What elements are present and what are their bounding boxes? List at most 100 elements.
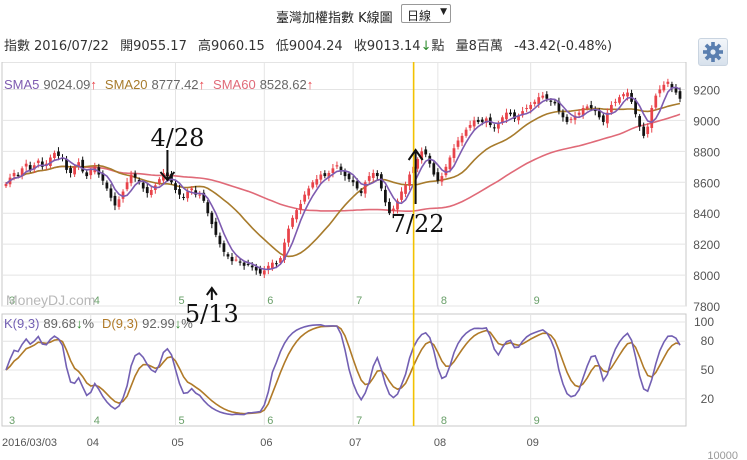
candle-body: [198, 194, 202, 196]
candle-body: [36, 160, 40, 163]
candle-body: [214, 221, 218, 235]
candle-body: [210, 212, 214, 225]
candle-body: [565, 116, 569, 122]
kd-legend-unit: %: [82, 316, 94, 331]
quote-close-unit: 點: [431, 39, 445, 54]
candle-body: [149, 190, 153, 195]
price-grid: 920090008800860084008200800078003 4 5 6 7 8 9: [1, 62, 720, 314]
candle-body: [323, 173, 327, 177]
candle-body: [533, 101, 537, 105]
candle-body: [424, 149, 428, 155]
candle-body: [569, 118, 573, 120]
legend-name: SMA20: [105, 77, 148, 92]
candle-body: [618, 97, 621, 103]
candle-body: [178, 189, 181, 195]
quote-label: 指數: [4, 39, 31, 54]
month-label: 4: [94, 415, 100, 427]
candle-body: [432, 163, 436, 175]
candle-body: [250, 265, 254, 268]
candle-body: [367, 176, 371, 181]
quote-bar: 指數 2016/07/22 開9055.17 高9060.15 低9004.24 …: [4, 35, 619, 54]
candle-body: [400, 191, 403, 200]
date-axis-label: 09: [527, 437, 539, 449]
price-tick-label: 9000: [693, 114, 720, 128]
candle-body: [206, 202, 210, 214]
candle-body: [468, 125, 472, 128]
date-axis-label: 05: [172, 437, 184, 449]
chevron-down-icon: ▼: [440, 7, 447, 17]
candle-body: [460, 135, 464, 143]
title-bar: 臺灣加權指數 K線圖 日線 ▼: [0, 0, 747, 30]
kd-tick-label: 20: [701, 392, 715, 406]
candle-body: [654, 95, 658, 108]
date-axis-label: 07: [349, 437, 361, 449]
candle-body: [291, 217, 294, 227]
annotations: 4/28 5/13 7/22: [150, 124, 444, 328]
candle-body: [16, 174, 20, 177]
candle-body: [53, 152, 56, 158]
quote-change: -43.42(-0.48%): [514, 39, 613, 54]
candle-body: [371, 172, 375, 178]
legend-name: SMA5: [4, 77, 39, 92]
month-label: 9: [534, 415, 540, 427]
sma20-line: [5, 102, 681, 258]
candle-body: [270, 262, 274, 269]
legend-value: 8528.62: [260, 77, 307, 92]
price-tick-label: 7800: [693, 300, 720, 314]
candle-body: [287, 228, 290, 243]
price-panel-frame: [1, 62, 687, 307]
candle-body: [638, 116, 642, 127]
candle-body: [404, 185, 407, 194]
sma60-line-group: [5, 113, 681, 212]
candle-body: [549, 100, 553, 102]
candle-body: [109, 188, 113, 198]
candle-body: [226, 254, 230, 257]
candle-body: [89, 169, 93, 176]
kd-tick-label: 80: [701, 334, 715, 348]
candle-body: [597, 111, 601, 118]
candle-body: [379, 174, 383, 189]
chart-area: 920090008800860084008200800078003 4 5 6 7 8 9 …: [1, 62, 738, 460]
month-label: 8: [441, 415, 447, 427]
candle-body: [12, 172, 16, 177]
candle-body: [492, 127, 496, 129]
date-axis-label: 06: [260, 437, 272, 449]
legend-value: 8777.42: [152, 77, 199, 92]
candle-body: [674, 88, 678, 93]
month-label: 5: [179, 415, 185, 427]
sma20-line-group: [5, 102, 681, 258]
candle-body: [505, 112, 508, 120]
month-label: 7: [356, 295, 362, 307]
candle-body: [262, 270, 266, 275]
candle-body: [222, 243, 226, 252]
candle-body: [561, 112, 565, 118]
candle-body: [472, 120, 476, 127]
date-axis-label: 2016/03/03: [2, 437, 57, 449]
candle-body: [311, 182, 315, 188]
price-tick-label: 8200: [693, 238, 720, 252]
annotation-label: 5/13: [185, 300, 239, 328]
period-select[interactable]: 日線 ▼: [401, 4, 451, 23]
candle-body: [646, 126, 650, 135]
price-tick-label: 8000: [693, 269, 720, 283]
candle-body: [307, 188, 311, 196]
legend-arrow: ↑: [199, 77, 206, 92]
price-legend-text: SMA5 9024.09↑ SMA20 8777.42↑ SMA60 8528.62↑: [4, 77, 313, 92]
period-select-value: 日線: [407, 9, 432, 23]
candle-body: [73, 166, 76, 175]
candle-body: [545, 94, 549, 99]
candle-body: [452, 148, 456, 158]
candle-body: [497, 123, 500, 129]
candle-body: [133, 173, 137, 178]
quote-high: 高9060.15: [198, 39, 265, 54]
candle-body: [218, 235, 222, 245]
candle-body: [125, 182, 129, 190]
quote-close: 收9013.14: [353, 39, 421, 54]
candle-body: [295, 210, 298, 220]
candle-body: [509, 112, 512, 115]
candle-body: [57, 151, 60, 156]
candle-body: [416, 159, 420, 169]
candle-body: [601, 115, 605, 122]
candle-body: [589, 105, 593, 109]
sma60-line: [5, 113, 681, 212]
